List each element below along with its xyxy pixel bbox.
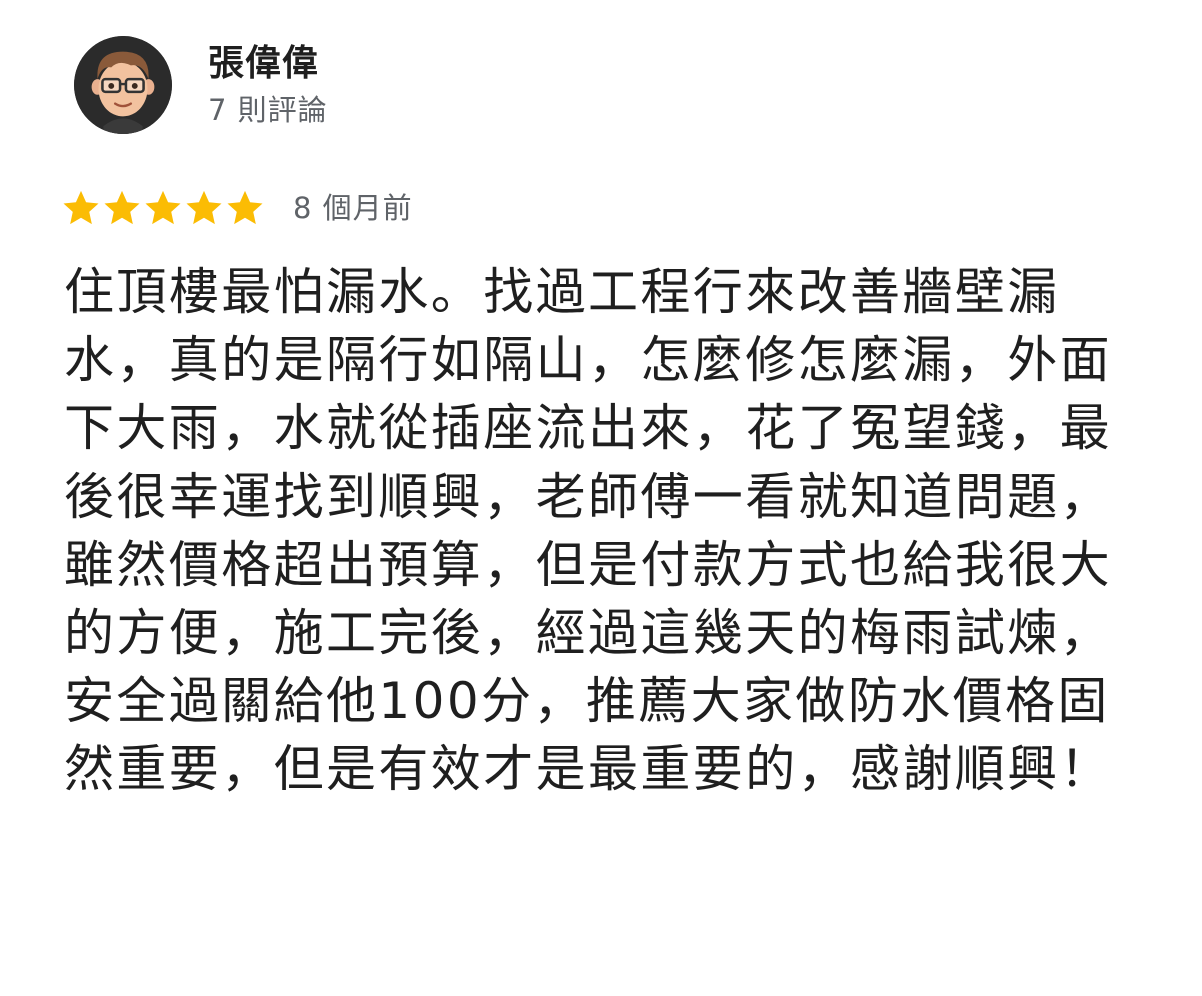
review-date: 8 個月前 (293, 191, 413, 225)
rating-row: 8 個月前 (60, 184, 413, 232)
star-icon (104, 190, 140, 225)
star-icon (145, 190, 181, 225)
star-icon (227, 190, 263, 225)
star-icon (186, 190, 222, 225)
star-icon (63, 190, 99, 225)
review-text: 住頂樓最怕漏水。找過工程行來改善牆壁漏水，真的是隔行如隔山，怎麼修怎麼漏，外面下… (64, 263, 1112, 799)
author-meta: 張偉偉 7 則評論 (208, 36, 328, 130)
review-author[interactable]: 張偉偉 7 則評論 (74, 36, 328, 136)
avatar[interactable] (74, 36, 172, 134)
review-card: 張偉偉 7 則評論 8 個月前 住頂樓最怕漏水。找過工程行來改善牆壁漏水，真的是… (0, 0, 1202, 996)
star-rating (60, 187, 265, 229)
author-name[interactable]: 張偉偉 (208, 40, 328, 88)
author-review-count: 7 則評論 (208, 93, 328, 127)
